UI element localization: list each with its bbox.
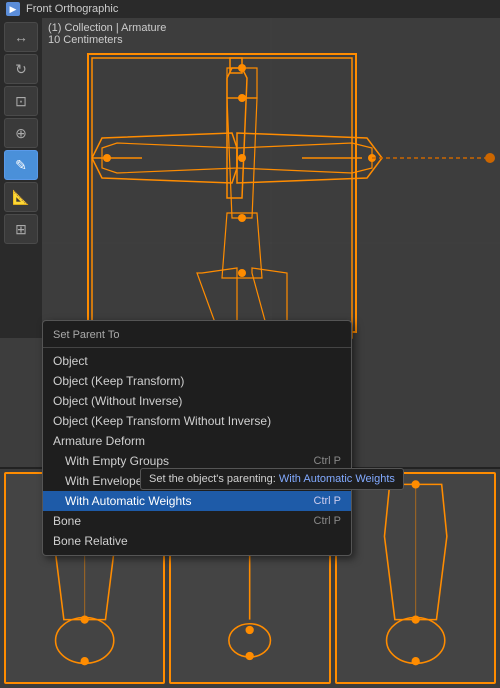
- menu-item-armature-deform[interactable]: Armature Deform: [43, 431, 351, 451]
- menu-item-bone-relative[interactable]: Bone Relative: [43, 531, 351, 551]
- menu-title: Set Parent To: [43, 325, 351, 348]
- view-type-label: Front Orthographic: [26, 3, 118, 15]
- viewport: (1) Collection | Armature 10 Centimeters…: [0, 0, 500, 688]
- menu-item-object[interactable]: Object: [43, 351, 351, 371]
- rotate-tool-btn[interactable]: ↻: [4, 54, 38, 84]
- move-tool-btn[interactable]: ↔: [4, 22, 38, 52]
- scale-tool-btn[interactable]: ⊡: [4, 86, 38, 116]
- viewport-type-icon[interactable]: ▶: [6, 2, 20, 16]
- cursor-tool-btn[interactable]: ⊞: [4, 214, 38, 244]
- transform-tool-btn[interactable]: ⊕: [4, 118, 38, 148]
- menu-item-keep-transform[interactable]: Object (Keep Transform): [43, 371, 351, 391]
- annotate-tool-btn[interactable]: ✎: [4, 150, 38, 180]
- context-menu: Set Parent To Object Object (Keep Transf…: [42, 320, 352, 556]
- header-bar: ▶ Front Orthographic: [0, 0, 500, 18]
- tooltip: Set the object's parenting: With Automat…: [140, 468, 404, 490]
- menu-item-without-inverse[interactable]: Object (Without Inverse): [43, 391, 351, 411]
- tooltip-label: Set the object's parenting:: [149, 473, 276, 485]
- bottom-panel-right: [335, 472, 496, 684]
- tooltip-value: With Automatic Weights: [279, 473, 395, 485]
- toolbar-left: ↔ ↻ ⊡ ⊕ ✎ 📐 ⊞: [0, 18, 42, 338]
- measure-tool-btn[interactable]: 📐: [4, 182, 38, 212]
- menu-item-automatic-weights[interactable]: With Automatic Weights Ctrl P: [43, 491, 351, 511]
- menu-item-keep-transform-without-inverse[interactable]: Object (Keep Transform Without Inverse): [43, 411, 351, 431]
- menu-item-bone[interactable]: Bone Ctrl P: [43, 511, 351, 531]
